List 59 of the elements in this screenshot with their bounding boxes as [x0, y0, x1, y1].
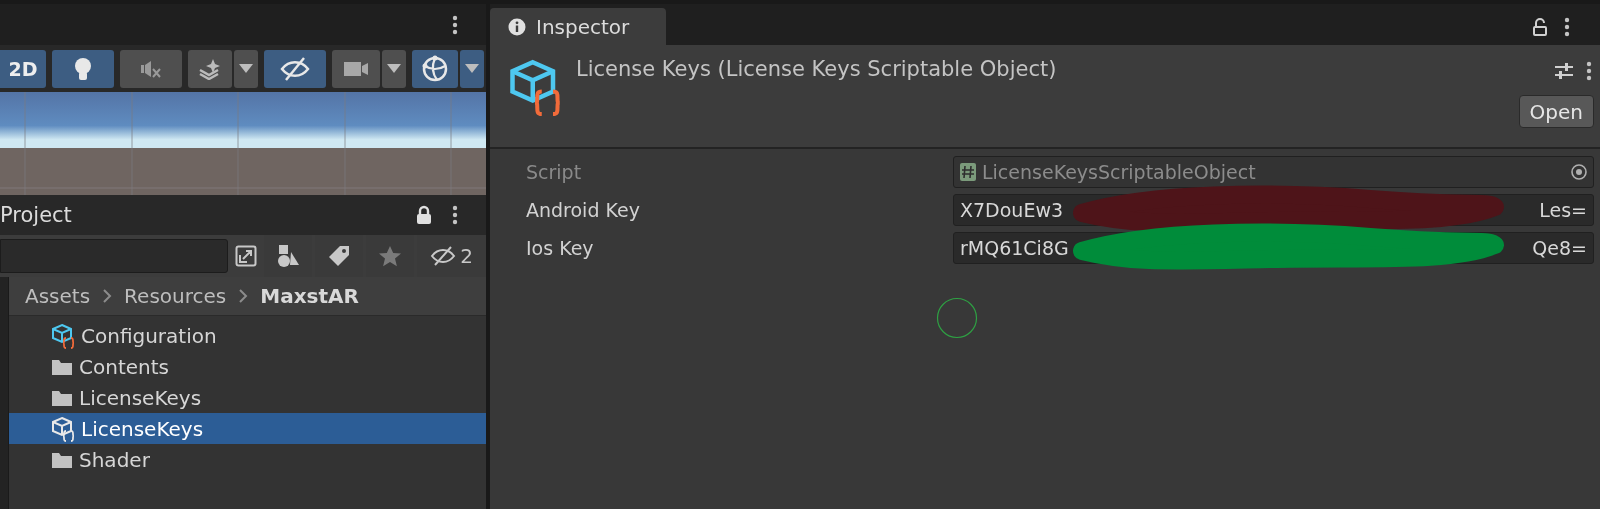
- unlocked-icon[interactable]: [1532, 16, 1548, 37]
- cube-braces-icon: [508, 57, 562, 117]
- object-picker-icon[interactable]: [1571, 164, 1587, 180]
- cube-braces-icon: [51, 322, 75, 349]
- asset-item[interactable]: Shader: [9, 444, 486, 475]
- lock-icon[interactable]: [416, 205, 432, 225]
- presets-icon[interactable]: [1554, 61, 1574, 81]
- folder-icon: [51, 450, 73, 469]
- star-icon: [379, 245, 401, 267]
- 2d-toggle[interactable]: 2D: [0, 49, 46, 88]
- lightbulb-icon: [73, 56, 93, 81]
- asset-item[interactable]: LicenseKeys: [9, 413, 486, 444]
- camera-toggle[interactable]: [332, 49, 380, 88]
- field-label: Script: [526, 161, 583, 183]
- menu-icon[interactable]: [1564, 16, 1570, 37]
- tag-icon: [328, 245, 350, 267]
- menu-icon[interactable]: [452, 205, 458, 225]
- caret-icon: [239, 64, 253, 73]
- caret-icon: [465, 64, 479, 73]
- breadcrumb-item[interactable]: Resources: [124, 284, 227, 308]
- speaker-icon: [140, 58, 162, 79]
- lighting-toggle[interactable]: [52, 49, 114, 88]
- field-label: Ios Key: [526, 237, 595, 259]
- menu-icon[interactable]: [452, 14, 458, 35]
- object-title: License Keys (License Keys Scriptable Object): [576, 57, 1058, 83]
- inspector-tab[interactable]: Inspector: [490, 8, 666, 45]
- cube-braces-icon: [51, 415, 75, 442]
- field-label: Android Key: [526, 199, 641, 221]
- asset-item[interactable]: Contents: [9, 351, 486, 382]
- dropdown-button[interactable]: [234, 49, 258, 88]
- panel-title: Project: [0, 203, 73, 227]
- effects-toggle[interactable]: [188, 49, 232, 88]
- chevron-icon: [238, 288, 249, 304]
- chevron-icon: [102, 288, 113, 304]
- breadcrumb-item[interactable]: Assets: [25, 284, 91, 308]
- crossed-eye-icon: [430, 246, 457, 266]
- cursor-ring-mark: [936, 297, 978, 339]
- search-field[interactable]: [0, 239, 228, 273]
- folder-icon: [51, 388, 73, 407]
- layers-icon: [198, 57, 222, 80]
- dropdown-button[interactable]: [460, 49, 484, 88]
- asset-item[interactable]: LicenseKeys: [9, 382, 486, 413]
- shapes-icon: [276, 244, 300, 268]
- video-camera-icon: [343, 59, 369, 78]
- info-icon: [508, 17, 526, 36]
- globe-icon: [421, 54, 449, 83]
- folder-icon: [51, 357, 73, 376]
- asset-item[interactable]: Configuration: [9, 320, 486, 351]
- visibility-toggle[interactable]: [264, 49, 326, 88]
- gizmo-toggle[interactable]: [412, 49, 458, 88]
- popout-icon: [235, 245, 257, 267]
- dropdown-button[interactable]: [382, 49, 406, 88]
- caret-icon: [387, 64, 401, 73]
- script-file-icon: [960, 163, 976, 181]
- menu-icon[interactable]: [1586, 61, 1592, 81]
- crossed-eye-icon: [280, 55, 310, 82]
- open-button[interactable]: Open: [1518, 95, 1594, 128]
- breadcrumb-item[interactable]: MaxstAR: [260, 284, 359, 308]
- audio-toggle[interactable]: [120, 49, 182, 88]
